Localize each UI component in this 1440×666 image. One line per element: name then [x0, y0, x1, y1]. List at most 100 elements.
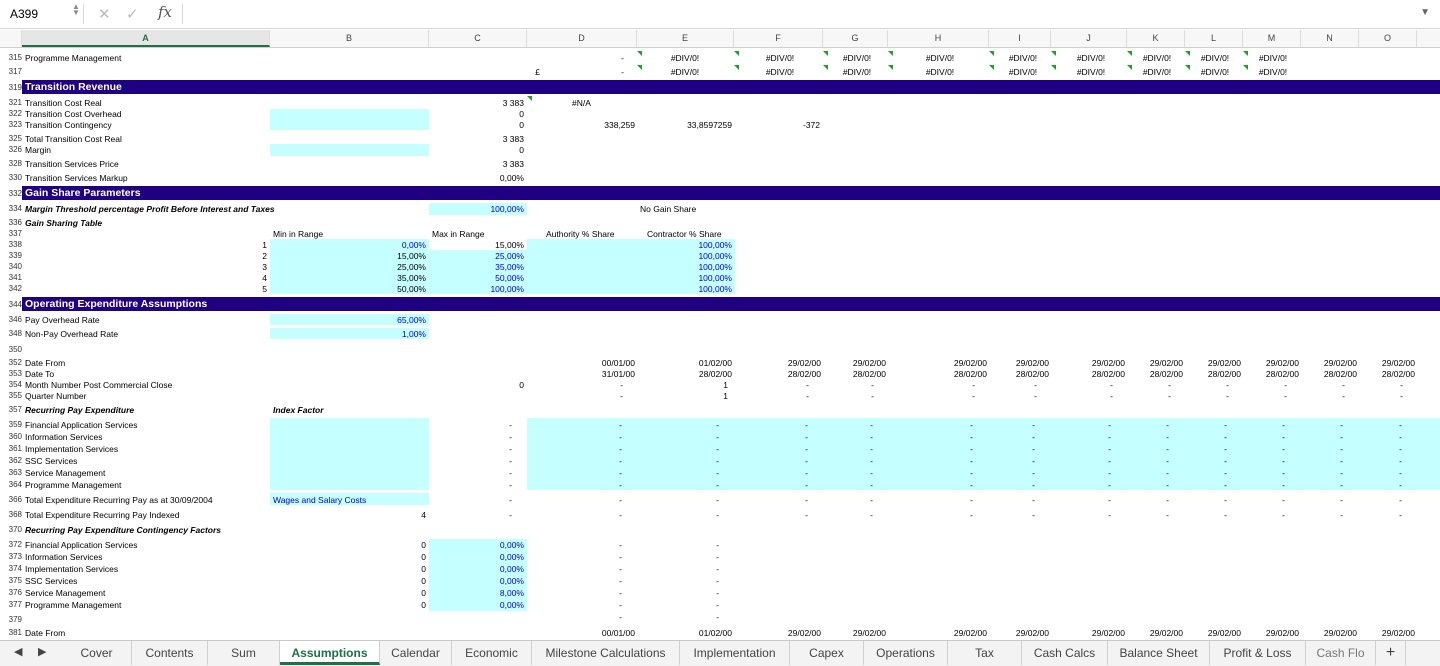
cell-value[interactable]: -: [697, 552, 719, 562]
cell-value[interactable]: -: [490, 432, 512, 442]
cell-label[interactable]: Financial Application Services: [25, 540, 137, 550]
cell-value[interactable]: -: [697, 480, 719, 490]
tab-cash-flow[interactable]: Cash Flo: [1306, 641, 1376, 665]
column-header-d[interactable]: D: [527, 30, 637, 47]
cell-value[interactable]: #DIV/0!: [832, 53, 882, 63]
cell-label[interactable]: Programme Management: [25, 53, 121, 63]
cell-label[interactable]: Date From: [25, 358, 65, 368]
cell-value[interactable]: -: [490, 456, 512, 466]
cell-value[interactable]: -: [1147, 510, 1169, 520]
cell-value[interactable]: -: [1380, 444, 1402, 454]
cell-value[interactable]: -: [697, 564, 719, 574]
cell-value[interactable]: 0,00%: [470, 564, 524, 574]
cell-value[interactable]: -: [1013, 420, 1035, 430]
cell-value[interactable]: 29/02/00: [999, 628, 1049, 638]
column-header-f[interactable]: F: [734, 30, 823, 47]
cell-label[interactable]: Date From: [25, 628, 65, 638]
column-header-c[interactable]: C: [429, 30, 527, 47]
cell-value[interactable]: 100,00%: [680, 273, 732, 283]
cell-value[interactable]: -: [697, 468, 719, 478]
expand-formula-icon[interactable]: ▼: [1420, 7, 1430, 18]
cell-value[interactable]: -: [697, 432, 719, 442]
column-header-e[interactable]: E: [637, 30, 734, 47]
cell-value[interactable]: -: [490, 444, 512, 454]
tab-cover[interactable]: Cover: [62, 641, 132, 665]
worksheet-grid[interactable]: 315 Programme Management - #DIV/0! #DIV/…: [0, 48, 1440, 640]
cell-value[interactable]: 1,00%: [370, 329, 426, 339]
cell-value[interactable]: -: [1380, 432, 1402, 442]
cell-value[interactable]: 29/02/00: [771, 628, 821, 638]
cell-value[interactable]: -: [490, 420, 512, 430]
cell-value[interactable]: -: [1147, 480, 1169, 490]
cell-value[interactable]: 15,00%: [370, 251, 426, 261]
cell-value[interactable]: 2: [250, 251, 267, 261]
cell-value[interactable]: 01/02/00: [682, 628, 732, 638]
cell-value[interactable]: Wages and Salary Costs: [273, 495, 366, 505]
cell-value[interactable]: 29/02/00: [937, 628, 987, 638]
cell-label[interactable]: Index Factor: [273, 405, 324, 415]
cell-value[interactable]: 29/02/00: [1133, 628, 1183, 638]
cell-value[interactable]: 28/02/00: [1365, 369, 1415, 379]
cell-value[interactable]: -: [600, 432, 622, 442]
cell-value[interactable]: -: [1205, 480, 1227, 490]
cell-value[interactable]: 100,00%: [680, 251, 732, 261]
cell-value[interactable]: 28/02/00: [771, 369, 821, 379]
cell-value[interactable]: #DIV/0!: [1132, 67, 1182, 77]
cell-value[interactable]: -: [786, 480, 808, 490]
column-label[interactable]: Contractor % Share: [647, 229, 722, 239]
cell-value[interactable]: -: [1321, 420, 1343, 430]
cell-value[interactable]: -: [1013, 480, 1035, 490]
cell-label[interactable]: Financial Application Services: [25, 420, 137, 430]
cell-value[interactable]: 3 383: [470, 159, 524, 169]
cell-label[interactable]: Transition Services Price: [25, 159, 119, 169]
cell-value[interactable]: 29/02/00: [1249, 358, 1299, 368]
cell-value[interactable]: 15,00%: [470, 240, 524, 250]
cell-value[interactable]: -: [1147, 420, 1169, 430]
cell-value[interactable]: #DIV/0!: [915, 53, 965, 63]
currency-symbol[interactable]: £: [500, 67, 540, 77]
cell-value[interactable]: 00/01/00: [585, 358, 635, 368]
cell-value[interactable]: No Gain Share: [640, 204, 696, 214]
cell-value[interactable]: 28/02/00: [1075, 369, 1125, 379]
tab-milestone-calculations[interactable]: Milestone Calculations: [532, 641, 680, 665]
cell-value[interactable]: -: [580, 67, 624, 77]
cell-value[interactable]: -: [697, 456, 719, 466]
cell-value[interactable]: 1: [250, 240, 267, 250]
cell-value[interactable]: -: [1205, 456, 1227, 466]
cell-value[interactable]: -: [951, 456, 973, 466]
name-box-stepper-icon[interactable]: ▲ ▼: [72, 3, 80, 17]
select-all-corner[interactable]: [0, 30, 22, 47]
cell-value[interactable]: -: [1147, 456, 1169, 466]
tab-implementation[interactable]: Implementation: [680, 641, 790, 665]
cell-value[interactable]: -: [1380, 468, 1402, 478]
cell-value[interactable]: 29/02/00: [1075, 358, 1125, 368]
tab-profit-loss[interactable]: Profit & Loss: [1210, 641, 1306, 665]
cell-value[interactable]: -: [786, 468, 808, 478]
cell-label[interactable]: Margin: [25, 145, 51, 155]
cell-value[interactable]: 0,00%: [370, 240, 426, 250]
cell-value[interactable]: 0,00%: [470, 173, 524, 183]
cell-value[interactable]: 0: [470, 145, 524, 155]
cell-value[interactable]: -: [999, 380, 1037, 390]
section-header[interactable]: Transition Revenue: [22, 80, 1440, 94]
cell-value[interactable]: #N/A: [572, 98, 591, 108]
tab-tax[interactable]: Tax: [948, 641, 1022, 665]
cell-value[interactable]: 28/02/00: [999, 369, 1049, 379]
cell-value[interactable]: -: [1075, 380, 1113, 390]
cell-value[interactable]: -: [1205, 432, 1227, 442]
cell-value[interactable]: -: [951, 495, 973, 505]
cell-value[interactable]: -: [490, 468, 512, 478]
cell-value[interactable]: 25,00%: [470, 251, 524, 261]
cell-value[interactable]: -: [1249, 380, 1287, 390]
cell-value[interactable]: -: [1075, 391, 1113, 401]
cell-value[interactable]: -: [851, 456, 873, 466]
cell-label[interactable]: Information Services: [25, 432, 102, 442]
cell-value[interactable]: -: [1263, 456, 1285, 466]
cell-value[interactable]: -: [1263, 468, 1285, 478]
next-sheet-icon[interactable]: ▶: [38, 645, 46, 658]
column-header-h[interactable]: H: [888, 30, 989, 47]
cell-value[interactable]: -: [1307, 391, 1345, 401]
cell-value[interactable]: -: [600, 480, 622, 490]
cell-value[interactable]: -: [697, 495, 719, 505]
cell-value[interactable]: -: [697, 612, 719, 622]
